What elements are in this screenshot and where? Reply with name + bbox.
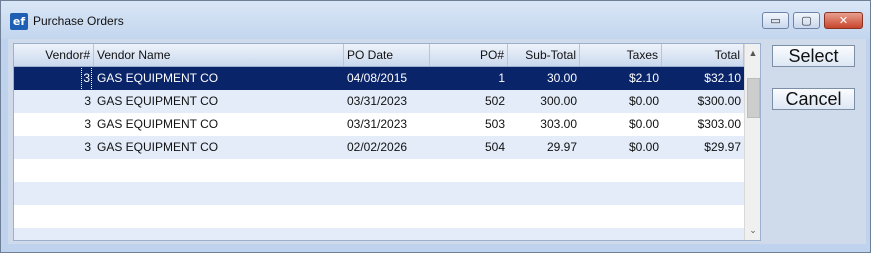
empty-row xyxy=(14,159,744,182)
select-button[interactable]: Select xyxy=(772,45,855,67)
vendor-name-cell: GAS EQUIPMENT CO xyxy=(97,117,219,131)
column-header-subtotal[interactable]: Sub-Total xyxy=(508,44,580,66)
title-bar[interactable]: ef Purchase Orders ▭ ▢ ✕ xyxy=(1,1,870,39)
vertical-scrollbar[interactable]: ▲ ⌄ xyxy=(744,44,760,240)
close-button[interactable]: ✕ xyxy=(824,12,863,29)
subtotal-cell: 30.00 xyxy=(546,71,577,85)
vendor-number-cell: 3 xyxy=(84,94,91,108)
subtotal-cell: 300.00 xyxy=(540,94,577,108)
vendor-name-cell: GAS EQUIPMENT CO xyxy=(97,94,219,108)
vendor-number-cell: 3 xyxy=(14,67,94,90)
taxes-cell: $0.00 xyxy=(628,117,659,131)
empty-row xyxy=(14,205,744,228)
column-header-po-date[interactable]: PO Date xyxy=(344,44,430,66)
subtotal-cell: 29.97 xyxy=(546,140,577,154)
column-header-po-number[interactable]: PO# xyxy=(430,44,508,66)
column-header-taxes[interactable]: Taxes xyxy=(580,44,662,66)
vendor-number-value: 3 xyxy=(81,67,92,90)
column-header-vendor-name[interactable]: Vendor Name xyxy=(94,44,344,66)
taxes-cell: $0.00 xyxy=(628,94,659,108)
scrollbar-thumb[interactable] xyxy=(747,78,760,118)
taxes-cell: $2.10 xyxy=(628,71,659,85)
total-cell: $300.00 xyxy=(697,94,741,108)
empty-row xyxy=(14,228,744,240)
po-number-cell: 502 xyxy=(484,94,505,108)
table-row[interactable]: 3 GAS EQUIPMENT CO 03/31/2023 502 300.00… xyxy=(14,90,744,113)
po-date-cell: 03/31/2023 xyxy=(347,117,408,131)
subtotal-cell: 303.00 xyxy=(540,117,577,131)
window-title: Purchase Orders xyxy=(33,14,124,28)
purchase-orders-window: ef Purchase Orders ▭ ▢ ✕ Vendor# Vendor … xyxy=(0,0,871,253)
purchase-orders-grid[interactable]: Vendor# Vendor Name PO Date PO# Sub-Tota… xyxy=(13,43,761,241)
total-cell: $29.97 xyxy=(704,140,741,154)
cancel-button[interactable]: Cancel xyxy=(772,88,855,110)
table-row[interactable]: 3 GAS EQUIPMENT CO 03/31/2023 503 303.00… xyxy=(14,113,744,136)
dialog-body: Vendor# Vendor Name PO Date PO# Sub-Tota… xyxy=(8,39,866,244)
grid-header: Vendor# Vendor Name PO Date PO# Sub-Tota… xyxy=(14,44,744,67)
po-number-cell: 1 xyxy=(498,71,505,85)
total-cell: $32.10 xyxy=(704,71,741,85)
taxes-cell: $0.00 xyxy=(628,140,659,154)
vendor-name-cell: GAS EQUIPMENT CO xyxy=(97,140,219,154)
table-row[interactable]: 3 GAS EQUIPMENT CO 04/08/2015 1 30.00 $2… xyxy=(14,67,744,90)
app-logo-icon: ef xyxy=(10,13,28,30)
vendor-name-cell: GAS EQUIPMENT CO xyxy=(97,71,219,85)
minimize-button[interactable]: ▭ xyxy=(762,12,789,29)
empty-row xyxy=(14,182,744,205)
table-row[interactable]: 3 GAS EQUIPMENT CO 02/02/2026 504 29.97 … xyxy=(14,136,744,159)
po-number-cell: 503 xyxy=(484,117,505,131)
po-date-cell: 02/02/2026 xyxy=(347,140,408,154)
vendor-number-cell: 3 xyxy=(84,117,91,131)
column-header-total[interactable]: Total xyxy=(662,44,744,66)
total-cell: $303.00 xyxy=(697,117,741,131)
maximize-button[interactable]: ▢ xyxy=(793,12,820,29)
po-date-cell: 03/31/2023 xyxy=(347,94,408,108)
scroll-down-icon[interactable]: ⌄ xyxy=(745,222,760,238)
scroll-up-icon[interactable]: ▲ xyxy=(745,45,760,61)
vendor-number-cell: 3 xyxy=(84,140,91,154)
column-header-vendor-number[interactable]: Vendor# xyxy=(14,44,94,66)
po-date-cell: 04/08/2015 xyxy=(347,71,408,85)
po-number-cell: 504 xyxy=(484,140,505,154)
